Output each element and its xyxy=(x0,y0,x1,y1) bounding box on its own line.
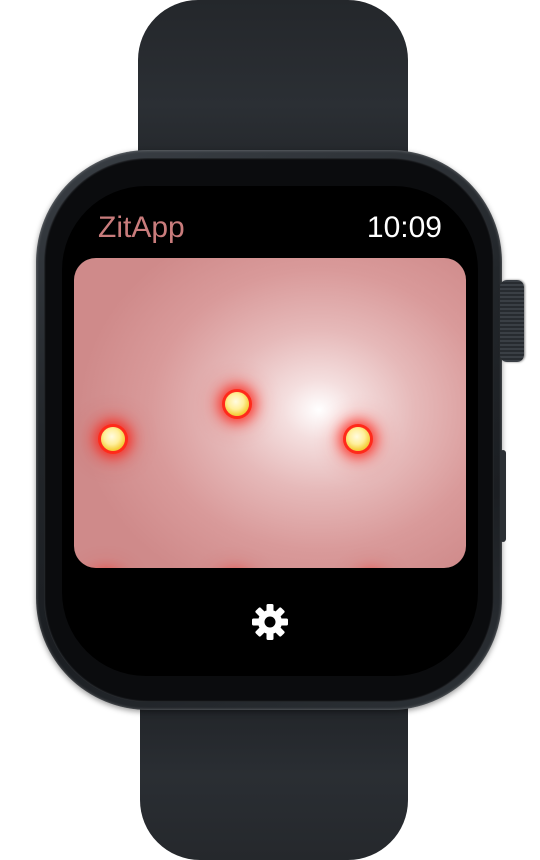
zit-2[interactable] xyxy=(225,392,249,416)
skin-area[interactable] xyxy=(74,258,466,568)
clock-time: 10:09 xyxy=(366,211,442,244)
digital-crown[interactable] xyxy=(500,280,524,362)
gear-icon xyxy=(252,604,288,640)
status-bar: ZitApp 10:09 xyxy=(62,208,478,248)
side-button[interactable] xyxy=(500,450,506,542)
zit-1[interactable] xyxy=(101,427,125,451)
app-title: ZitApp xyxy=(98,211,185,244)
watch-band-bottom xyxy=(140,690,408,860)
zit-3[interactable] xyxy=(346,427,370,451)
settings-button[interactable] xyxy=(248,600,292,644)
watch-band-top xyxy=(138,0,408,175)
watch-screen: ZitApp 10:09 xyxy=(62,186,478,676)
watch-mockup: ZitApp 10:09 xyxy=(0,0,540,860)
